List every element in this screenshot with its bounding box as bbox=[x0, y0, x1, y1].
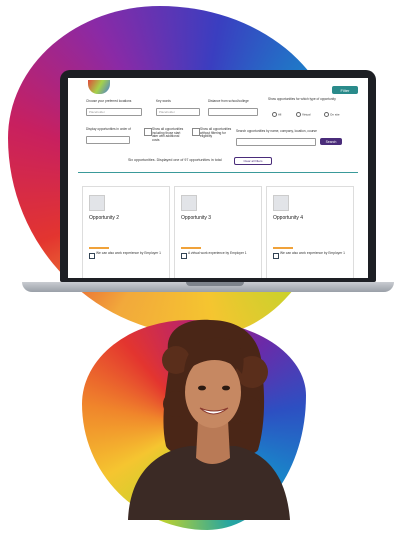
eye bbox=[222, 385, 230, 391]
eye bbox=[198, 385, 206, 391]
face bbox=[185, 356, 241, 428]
student-photo bbox=[128, 319, 290, 520]
